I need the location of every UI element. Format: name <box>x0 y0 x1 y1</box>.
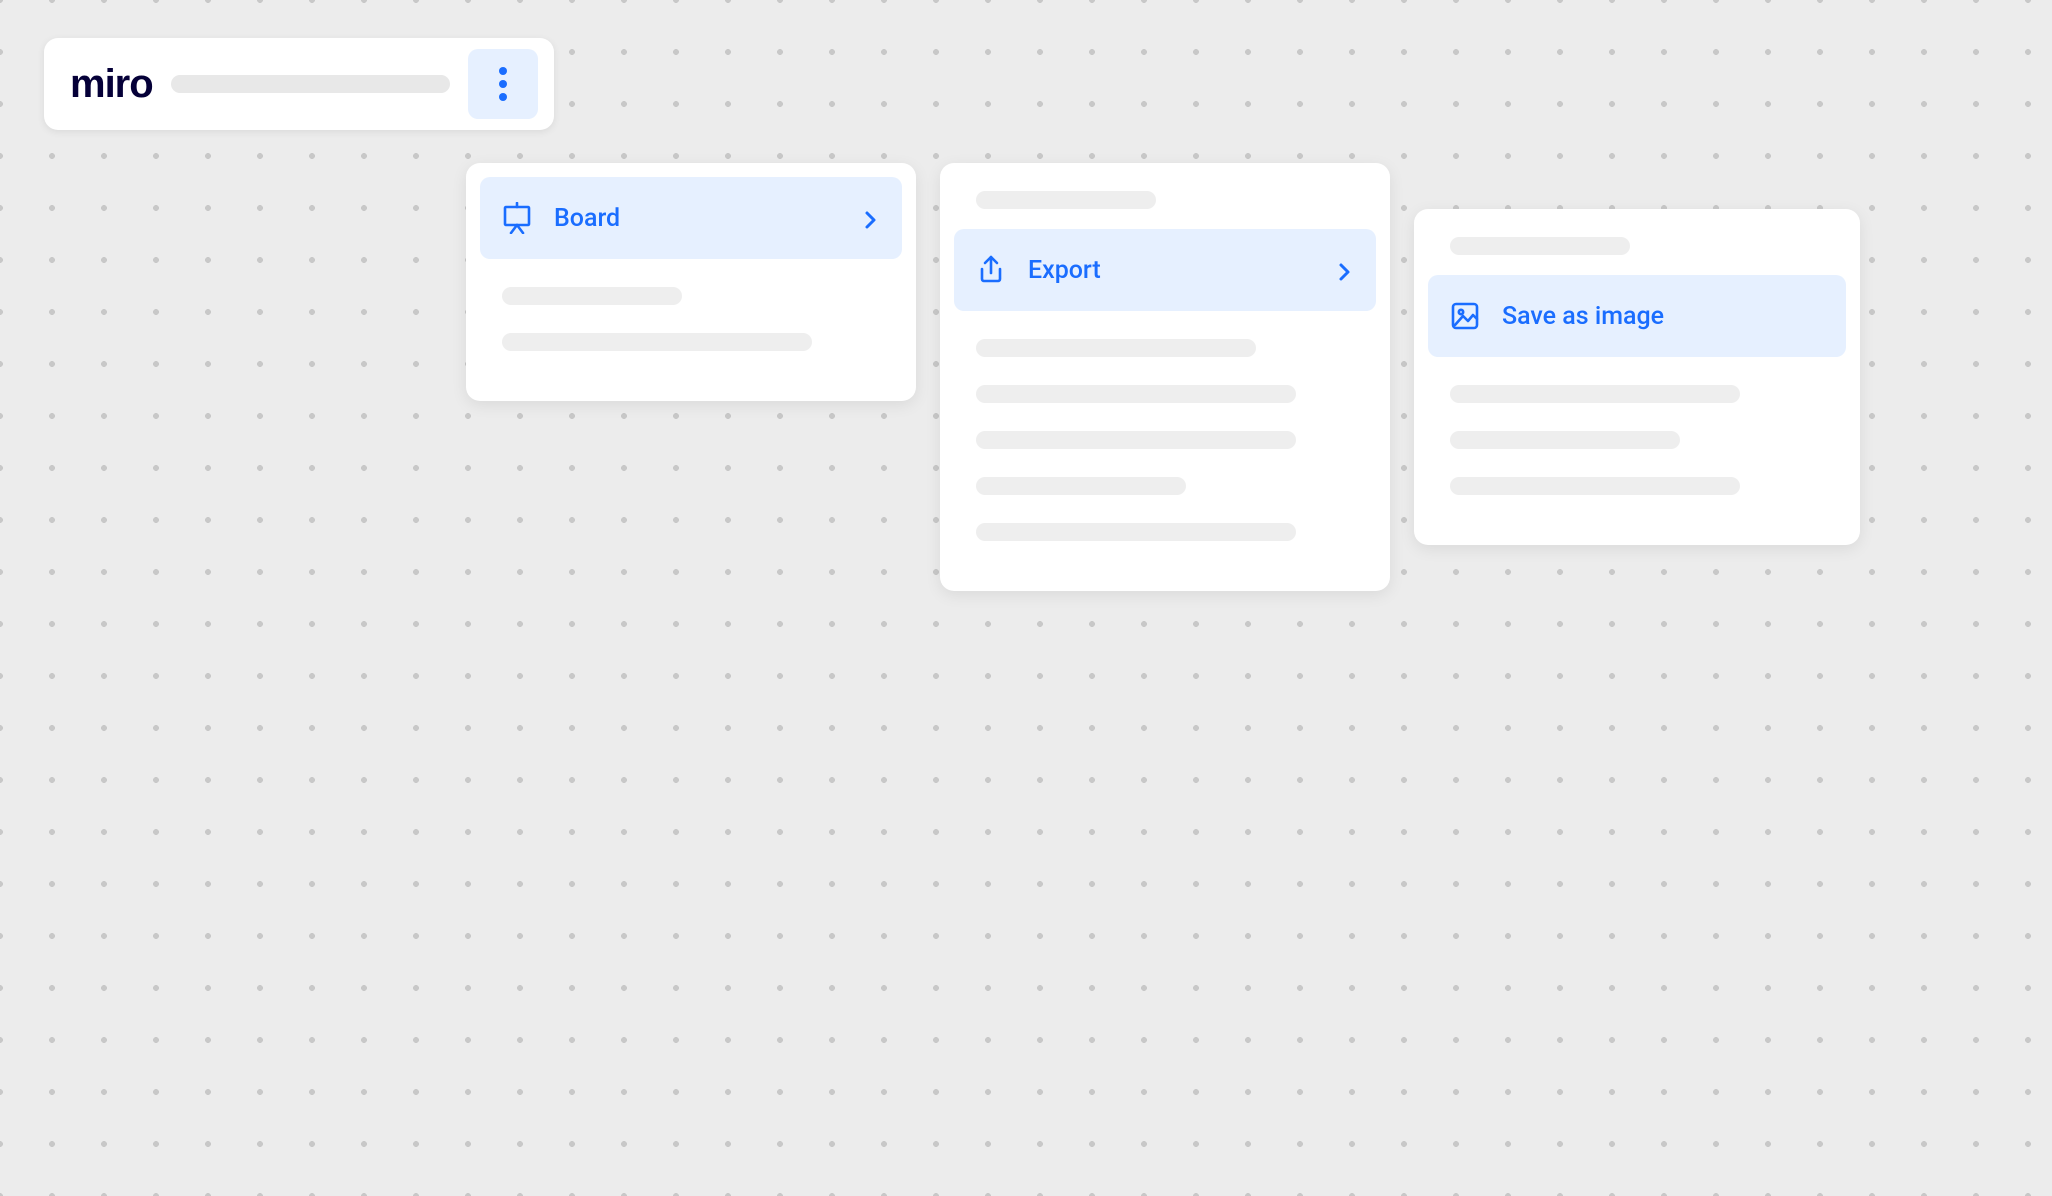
chevron-right-icon <box>1338 262 1354 278</box>
board-title-placeholder[interactable] <box>171 75 450 93</box>
export-upload-icon <box>976 255 1006 285</box>
miro-logo[interactable]: miro <box>70 62 153 107</box>
board-easel-icon <box>502 203 532 233</box>
chevron-right-icon <box>864 210 880 226</box>
menu-item-label: Board <box>554 204 842 233</box>
menu-item-placeholder[interactable] <box>502 287 682 305</box>
menu-item-placeholder[interactable] <box>976 339 1256 357</box>
menu-item-placeholder[interactable] <box>1450 385 1740 403</box>
menu-item-label: Export <box>1028 256 1316 285</box>
export-submenu-dropdown: Save as image <box>1414 209 1860 545</box>
menu-item-board[interactable]: Board <box>480 177 902 259</box>
menu-item-placeholder[interactable] <box>976 477 1186 495</box>
menu-item-placeholder[interactable] <box>976 385 1296 403</box>
main-menu-dropdown: Board <box>466 163 916 401</box>
menu-item-placeholder[interactable] <box>976 431 1296 449</box>
menu-item-placeholder[interactable] <box>1450 237 1630 255</box>
board-submenu-dropdown: Export <box>940 163 1390 591</box>
menu-item-placeholder[interactable] <box>976 523 1296 541</box>
menu-item-label: Save as image <box>1502 302 1824 331</box>
board-more-menu-button[interactable] <box>468 49 538 119</box>
menu-item-save-as-image[interactable]: Save as image <box>1428 275 1846 357</box>
menu-item-placeholder[interactable] <box>976 191 1156 209</box>
kebab-icon <box>499 67 507 101</box>
board-toolbar: miro <box>44 38 554 130</box>
menu-item-export[interactable]: Export <box>954 229 1376 311</box>
menu-item-placeholder[interactable] <box>1450 477 1740 495</box>
menu-item-placeholder[interactable] <box>1450 431 1680 449</box>
image-icon <box>1450 301 1480 331</box>
menu-item-placeholder[interactable] <box>502 333 812 351</box>
